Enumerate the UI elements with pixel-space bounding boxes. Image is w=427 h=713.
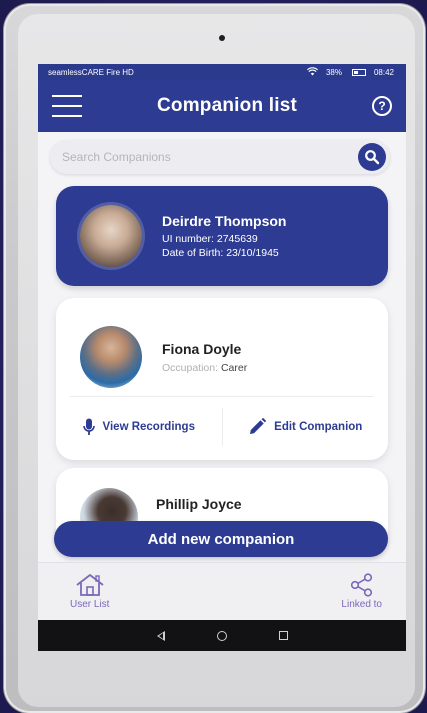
- companion-occupation: Occupation: Carer: [162, 362, 247, 374]
- recents-icon[interactable]: [278, 631, 288, 640]
- companion-header: Fiona Doyle Occupation: Carer: [56, 298, 388, 396]
- user-ui-number: UI number: 2745639: [162, 232, 258, 245]
- companion-name: Phillip Joyce: [156, 496, 242, 512]
- avatar: [80, 326, 142, 388]
- search-bar: [50, 140, 390, 174]
- carrier-label: seamlessCARE Fire HD: [48, 67, 134, 77]
- status-right: 38% 08:42: [306, 66, 394, 78]
- menu-icon[interactable]: [52, 95, 82, 117]
- nav-user-list[interactable]: User List: [70, 563, 109, 620]
- bottom-nav: User List Linked to: [38, 562, 406, 620]
- camera-dot: [219, 35, 225, 41]
- search-input[interactable]: [62, 150, 322, 164]
- search-icon: [365, 150, 380, 165]
- selected-user-card[interactable]: Deirdre Thompson UI number: 2745639 Date…: [56, 186, 388, 286]
- occupation-label: Occupation:: [162, 361, 219, 374]
- user-dob: Date of Birth: 23/10/1945: [162, 246, 279, 259]
- microphone-icon: [82, 418, 95, 435]
- edit-companion-label: Edit Companion: [274, 421, 363, 433]
- user-name: Deirdre Thompson: [162, 212, 287, 229]
- wifi-icon: [306, 66, 318, 78]
- occupation-value: Carer: [218, 361, 248, 374]
- clock: 08:42: [373, 67, 394, 77]
- app-bar: Companion list ?: [38, 80, 406, 132]
- avatar: [80, 205, 142, 267]
- battery-percent: 38%: [325, 67, 342, 77]
- back-icon[interactable]: [156, 630, 165, 641]
- nav-linked-to-label: Linked to: [341, 599, 382, 610]
- home-icon[interactable]: [216, 630, 227, 641]
- share-icon: [350, 573, 372, 597]
- add-companion-button[interactable]: Add new companion: [54, 521, 388, 557]
- edit-companion-button[interactable]: Edit Companion: [223, 418, 389, 436]
- house-icon: [76, 574, 104, 596]
- battery-icon: [351, 68, 366, 76]
- search-button[interactable]: [358, 143, 386, 171]
- view-recordings-label: View Recordings: [102, 421, 195, 433]
- companion-name: Fiona Doyle: [162, 340, 242, 357]
- companion-card[interactable]: Fiona Doyle Occupation: Carer View Recor…: [56, 298, 388, 460]
- status-bar: seamlessCARE Fire HD 38% 08:42: [38, 64, 406, 80]
- pencil-icon: [250, 418, 267, 434]
- view-recordings-button[interactable]: View Recordings: [56, 418, 222, 436]
- page-title: Companion list: [156, 95, 298, 116]
- companion-actions: View Recordings Edit Companion: [56, 397, 388, 457]
- selected-user-info: Deirdre Thompson UI number: 2745639 Date…: [162, 213, 286, 260]
- nav-user-list-label: User List: [70, 599, 110, 610]
- app-screen: seamlessCARE Fire HD 38% 08:42 Companion…: [38, 64, 406, 651]
- companion-info: Fiona Doyle Occupation: Carer: [162, 341, 247, 374]
- system-nav-bar: [38, 620, 406, 651]
- nav-linked-to[interactable]: Linked to: [341, 563, 382, 620]
- help-icon[interactable]: ?: [372, 96, 392, 116]
